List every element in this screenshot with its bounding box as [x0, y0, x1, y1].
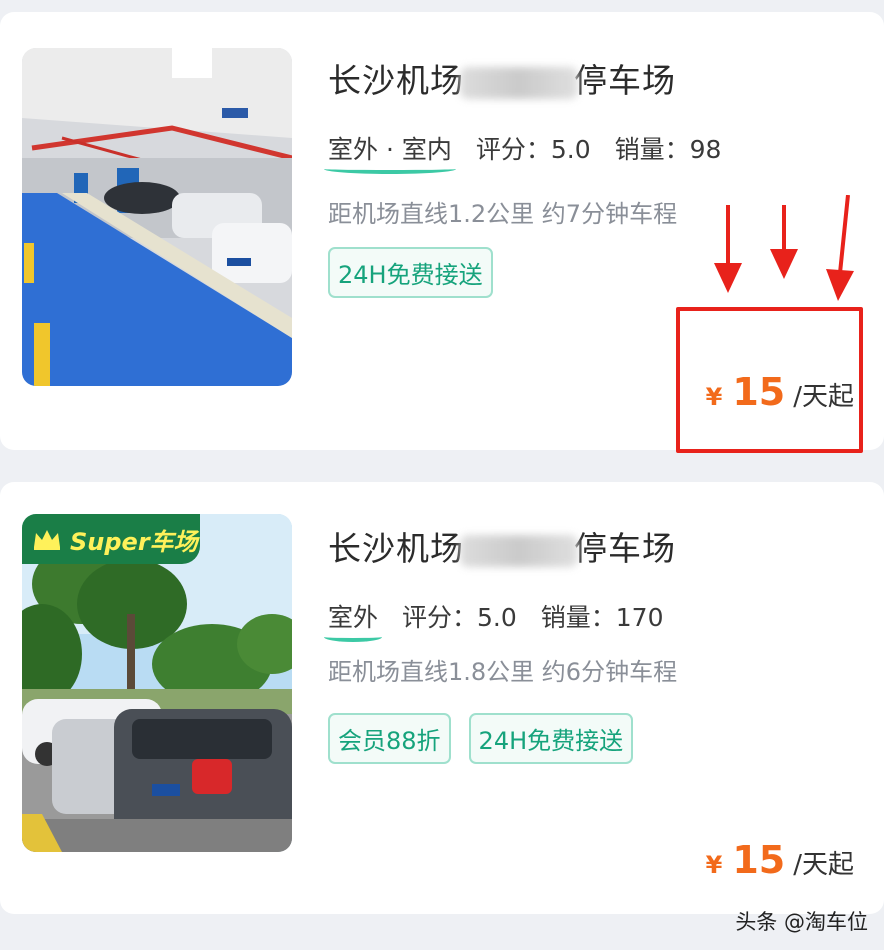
title-suffix: 停车场: [574, 529, 676, 568]
sales-count: 销量：170: [540, 603, 664, 632]
distance-info: 距机场直线1.8公里 约6分钟车程: [328, 658, 678, 686]
title-prefix: 长沙机场: [328, 529, 464, 568]
red-arrow-icon: [770, 205, 798, 279]
distance-info: 距机场直线1.2公里 约7分钟车程: [328, 200, 678, 228]
currency-symbol: ¥: [705, 851, 723, 879]
rating: 评分：5.0: [475, 135, 591, 164]
location-type-label: 室外: [328, 603, 379, 632]
underline-decoration: [324, 632, 383, 642]
tag-member-discount: 会员88折: [328, 713, 451, 764]
title-prefix: 长沙机场: [328, 61, 464, 100]
rating: 评分：5.0: [402, 603, 517, 632]
location-type-label: 室外 · 室内: [328, 135, 452, 164]
super-badge: Super车场: [22, 514, 200, 564]
underline-decoration: [324, 164, 456, 174]
price-highlight-box: [676, 307, 863, 453]
price-unit: /天起: [793, 850, 854, 880]
watermark: 头条 @淘车位: [735, 910, 868, 934]
red-arrow-icon: [714, 205, 742, 293]
listing-meta: 室外 · 室内 评分：5.0 销量：98: [324, 130, 722, 174]
crown-icon: [34, 530, 60, 550]
listing-title[interactable]: 长沙机场 停车场: [328, 54, 676, 102]
tag-list: 会员88折 24H免费接送: [328, 713, 634, 764]
tag-list: 24H免费接送: [328, 247, 493, 298]
listing-title[interactable]: 长沙机场 停车场: [328, 522, 676, 570]
location-type: 室外 · 室内: [324, 130, 456, 174]
parking-lot-photo: Super车场: [22, 514, 292, 852]
price: ¥ 15 /天起: [706, 838, 854, 882]
tag-shuttle: 24H免费接送: [328, 247, 493, 298]
sales-count: 销量：98: [614, 135, 722, 164]
blurred-text: [460, 534, 578, 567]
price-amount: 15: [732, 838, 786, 882]
red-arrow-icon: [826, 195, 854, 301]
listing-meta: 室外 评分：5.0 销量：170: [324, 598, 664, 642]
parking-lot-photo: [22, 48, 292, 386]
super-badge-label: Super车场: [70, 527, 198, 556]
location-type: 室外: [324, 598, 383, 642]
title-suffix: 停车场: [574, 61, 676, 100]
tag-shuttle: 24H免费接送: [468, 713, 634, 764]
blurred-text: [460, 66, 578, 99]
